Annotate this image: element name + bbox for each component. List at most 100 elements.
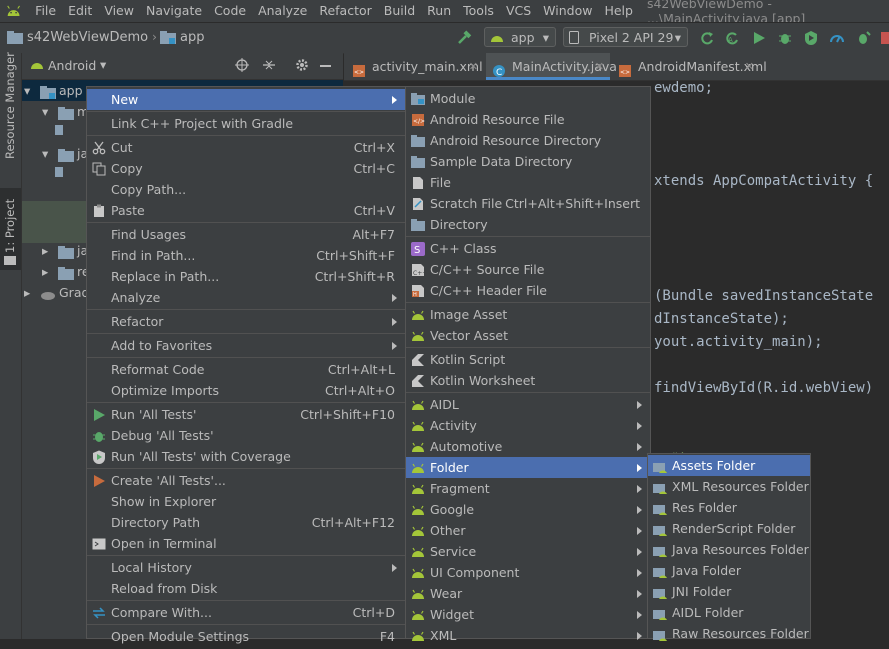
menu-item-open-module-settings[interactable]: Open Module Settings F4 (87, 626, 405, 647)
menu-item-open-in-terminal[interactable]: Open in Terminal (87, 533, 405, 554)
menu-item-image-asset[interactable]: Image Asset (406, 304, 650, 325)
run-coverage-icon[interactable] (803, 30, 819, 46)
menu-view[interactable]: View (98, 0, 140, 22)
project-view-mode[interactable]: Android (48, 58, 96, 73)
menu-item-ui-component[interactable]: UI Component (406, 562, 650, 583)
breadcrumb-module[interactable]: app (180, 30, 204, 45)
device-select[interactable]: Pixel 2 API 29 ▾ (563, 27, 688, 47)
menu-item-java-resources-folder[interactable]: Java Resources Folder (648, 539, 810, 560)
stop-icon[interactable] (879, 30, 889, 46)
menu-item-jni-folder[interactable]: JNI Folder (648, 581, 810, 602)
run-icon[interactable] (751, 30, 767, 46)
menu-item-copy[interactable]: Copy Ctrl+C (87, 158, 405, 179)
chevron-down-icon[interactable]: ▾ (100, 57, 106, 72)
menu-item-find-in-path[interactable]: Find in Path... Ctrl+Shift+F (87, 245, 405, 266)
expand-arrow-icon[interactable]: ▸ (24, 282, 30, 303)
menu-item-analyze[interactable]: Analyze (87, 287, 405, 308)
menu-item-refactor[interactable]: Refactor (87, 311, 405, 332)
menu-item-kotlin-script[interactable]: Kotlin Script (406, 349, 650, 370)
menu-file[interactable]: File (29, 0, 62, 22)
menu-item-android-resource-directory[interactable]: Android Resource Directory (406, 130, 650, 151)
menu-item-c-c-source-file[interactable]: C++ C/C++ Source File (406, 259, 650, 280)
menu-item-paste[interactable]: Paste Ctrl+V (87, 200, 405, 221)
tab-androidmanifest-xml[interactable]: <> AndroidManifest.xml ✕ (612, 53, 767, 80)
menu-item-aidl[interactable]: AIDL (406, 394, 650, 415)
minimize-icon[interactable] (320, 65, 331, 67)
menu-item-create-all-tests[interactable]: Create 'All Tests'... (87, 470, 405, 491)
menu-item-xml[interactable]: XML (406, 625, 650, 646)
menu-item-scratch-file[interactable]: Scratch File Ctrl+Alt+Shift+Insert (406, 193, 650, 214)
menu-item-directory[interactable]: Directory (406, 214, 650, 235)
menu-build[interactable]: Build (378, 0, 421, 22)
menu-window[interactable]: Window (537, 0, 598, 22)
menu-item-fragment[interactable]: Fragment (406, 478, 650, 499)
menu-item-vector-asset[interactable]: Vector Asset (406, 325, 650, 346)
menu-item-compare-with[interactable]: Compare With... Ctrl+D (87, 602, 405, 623)
menu-item-cut[interactable]: Cut Ctrl+X (87, 137, 405, 158)
close-icon[interactable]: ✕ (745, 53, 754, 80)
expand-arrow-icon[interactable]: ▸ (42, 240, 48, 261)
collapse-all-icon[interactable] (262, 58, 276, 72)
menu-item-kotlin-worksheet[interactable]: Kotlin Worksheet (406, 370, 650, 391)
menu-tools[interactable]: Tools (457, 0, 500, 22)
menu-item-link-c-project-with-gradle[interactable]: Link C++ Project with Gradle (87, 113, 405, 134)
menu-run[interactable]: Run (421, 0, 457, 22)
menu-item-java-folder[interactable]: Java Folder (648, 560, 810, 581)
menu-item-debug-all-tests[interactable]: Debug 'All Tests' (87, 425, 405, 446)
menu-item-find-usages[interactable]: Find Usages Alt+F7 (87, 224, 405, 245)
menu-item-activity[interactable]: Activity (406, 415, 650, 436)
menu-item-assets-folder[interactable]: Assets Folder (648, 455, 810, 476)
menu-item-aidl-folder[interactable]: AIDL Folder (648, 602, 810, 623)
menu-item-folder[interactable]: Folder (406, 457, 650, 478)
menu-item-file[interactable]: File (406, 172, 650, 193)
menu-item-service[interactable]: Service (406, 541, 650, 562)
menu-item-c-c-header-file[interactable]: H C/C++ Header File (406, 280, 650, 301)
close-icon[interactable]: ✕ (469, 53, 478, 80)
hammer-build-icon[interactable] (456, 30, 472, 46)
menu-item-run-all-tests-with-coverage[interactable]: Run 'All Tests' with Coverage (87, 446, 405, 467)
close-icon[interactable]: ✕ (595, 53, 604, 80)
tab-activity-main-xml[interactable]: <> activity_main.xml ✕ (346, 53, 484, 80)
debug-icon[interactable] (777, 30, 793, 46)
menu-item-res-folder[interactable]: Res Folder (648, 497, 810, 518)
menu-item-new[interactable]: New (87, 89, 405, 110)
menu-item-widget[interactable]: Widget (406, 604, 650, 625)
apply-changes-restart-icon[interactable] (699, 30, 715, 46)
menu-analyze[interactable]: Analyze (252, 0, 313, 22)
apply-code-changes-icon[interactable]: A (724, 30, 740, 46)
menu-refactor[interactable]: Refactor (313, 0, 377, 22)
menu-navigate[interactable]: Navigate (140, 0, 208, 22)
profiler-icon[interactable] (829, 30, 845, 46)
menu-item-show-in-explorer[interactable]: Show in Explorer (87, 491, 405, 512)
expand-arrow-icon[interactable]: ▾ (42, 143, 48, 164)
menu-item-sample-data-directory[interactable]: Sample Data Directory (406, 151, 650, 172)
menu-item-wear[interactable]: Wear (406, 583, 650, 604)
gear-icon[interactable] (295, 58, 309, 72)
menu-item-add-to-favorites[interactable]: Add to Favorites (87, 335, 405, 356)
menu-item-local-history[interactable]: Local History (87, 557, 405, 578)
tab-mainactivity-java[interactable]: C MainActivity.java ✕ (486, 53, 617, 80)
resource-manager-tab[interactable]: Resource Manager (0, 52, 21, 163)
expand-arrow-icon[interactable]: ▾ (24, 80, 30, 101)
menu-item-android-resource-file[interactable]: </> Android Resource File (406, 109, 650, 130)
run-config-select[interactable]: app ▾ (484, 27, 556, 47)
menu-item-other[interactable]: Other (406, 520, 650, 541)
menu-item-directory-path[interactable]: Directory Path Ctrl+Alt+F12 (87, 512, 405, 533)
target-locate-icon[interactable] (235, 58, 249, 72)
menu-item-module[interactable]: Module (406, 88, 650, 109)
menu-item-run-all-tests[interactable]: Run 'All Tests' Ctrl+Shift+F10 (87, 404, 405, 425)
menu-item-raw-resources-folder[interactable]: Raw Resources Folder (648, 623, 810, 644)
menu-item-reformat-code[interactable]: Reformat Code Ctrl+Alt+L (87, 359, 405, 380)
menu-item-c-class[interactable]: S C++ Class (406, 238, 650, 259)
project-tab[interactable]: 1: Project (0, 188, 21, 270)
menu-code[interactable]: Code (208, 0, 252, 22)
menu-item-optimize-imports[interactable]: Optimize Imports Ctrl+Alt+O (87, 380, 405, 401)
menu-item-google[interactable]: Google (406, 499, 650, 520)
menu-item-replace-in-path[interactable]: Replace in Path... Ctrl+Shift+R (87, 266, 405, 287)
menu-vcs[interactable]: VCS (500, 0, 537, 22)
menu-item-copy-path[interactable]: Copy Path... (87, 179, 405, 200)
menu-item-automotive[interactable]: Automotive (406, 436, 650, 457)
attach-debugger-icon[interactable] (855, 30, 871, 46)
menu-item-renderscript-folder[interactable]: RenderScript Folder (648, 518, 810, 539)
menu-help[interactable]: Help (598, 0, 639, 22)
